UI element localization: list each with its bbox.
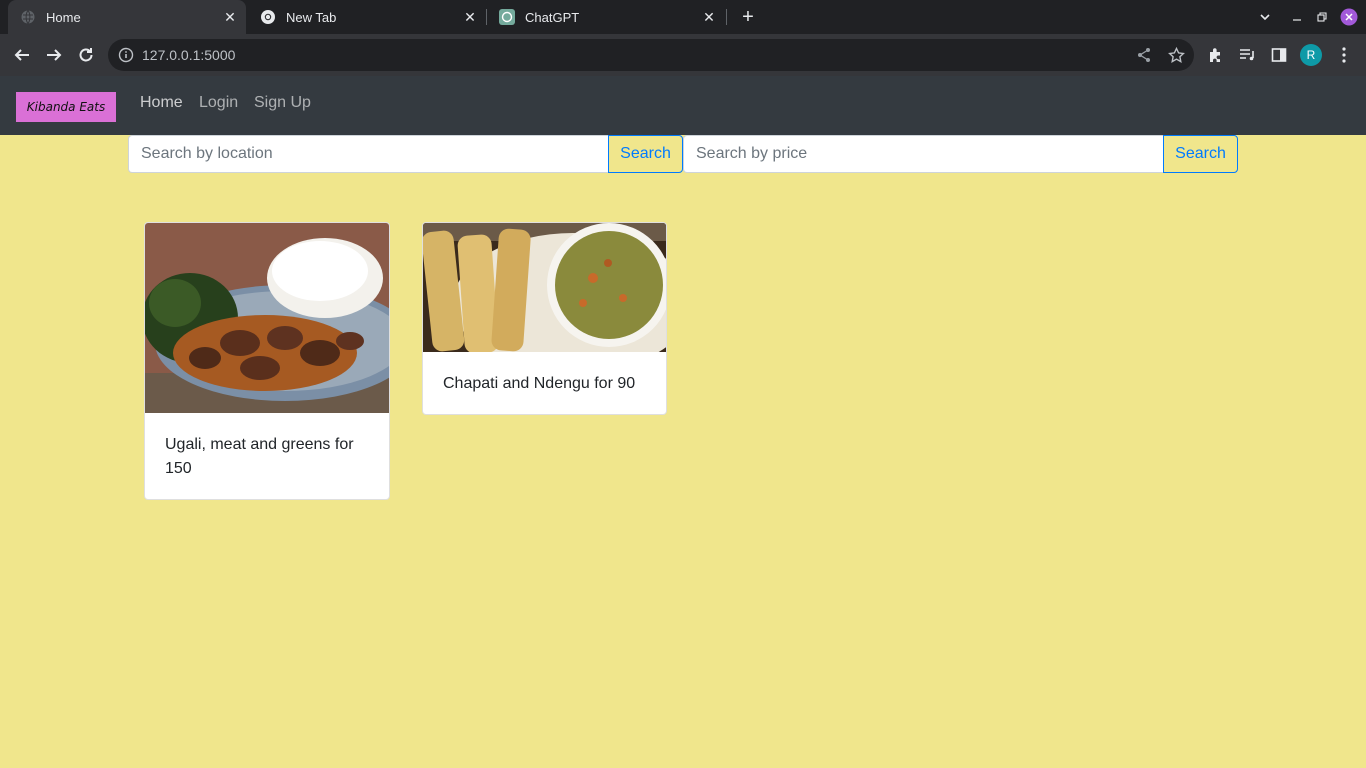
brand-logo[interactable]: Kibanda Eats xyxy=(16,92,116,122)
close-tab-icon[interactable]: ✕ xyxy=(460,7,480,27)
restore-icon[interactable] xyxy=(1311,0,1333,34)
media-queue-icon[interactable] xyxy=(1234,42,1260,68)
search-price-button[interactable]: Search xyxy=(1163,135,1238,173)
ugali-meat-greens-photo xyxy=(145,223,389,413)
card-caption: Chapati and Ndengu for 90 xyxy=(443,375,636,392)
tab-chatgpt[interactable]: ChatGPT ✕ xyxy=(487,0,725,34)
bookmark-star-icon[interactable] xyxy=(1163,42,1189,68)
chatgpt-icon xyxy=(499,9,515,25)
app-navbar: Kibanda Eats Home Login Sign Up xyxy=(0,76,1366,135)
profile-avatar[interactable]: R xyxy=(1300,44,1322,66)
reload-icon[interactable] xyxy=(72,41,100,69)
nav-link-home[interactable]: Home xyxy=(140,94,183,112)
url-text: 127.0.0.1:5000 xyxy=(142,47,236,63)
search-location-input[interactable] xyxy=(128,135,608,173)
tab-title: New Tab xyxy=(286,9,337,25)
food-card[interactable]: Ugali, meat and greens for 150 xyxy=(144,222,390,500)
new-tab-plus-icon[interactable]: + xyxy=(736,6,760,28)
site-info-icon[interactable] xyxy=(118,47,134,63)
tab-search-chevron-icon[interactable] xyxy=(1254,0,1276,34)
nav-link-sign-up[interactable]: Sign Up xyxy=(254,94,311,112)
chrome-icon xyxy=(260,9,276,25)
tab-title: Home xyxy=(46,9,81,25)
close-tab-icon[interactable]: ✕ xyxy=(699,7,719,27)
food-card[interactable]: Chapati and Ndengu for 90 xyxy=(422,222,667,415)
nav-link-login[interactable]: Login xyxy=(199,94,238,112)
globe-icon xyxy=(20,9,36,25)
browser-tab-strip: Home ✕ New Tab ✕ ChatGPT ✕ + xyxy=(0,0,1366,34)
share-icon[interactable] xyxy=(1131,42,1157,68)
browser-toolbar: 127.0.0.1:5000 R xyxy=(0,34,1366,76)
kebab-menu-icon[interactable] xyxy=(1331,42,1357,68)
tab-divider xyxy=(726,9,727,25)
back-arrow-icon[interactable] xyxy=(8,41,36,69)
minimize-icon[interactable] xyxy=(1286,0,1308,34)
chapati-ndengu-photo xyxy=(423,223,666,352)
tab-home[interactable]: Home ✕ xyxy=(8,0,246,34)
card-caption: Ugali, meat and greens for 150 xyxy=(165,436,354,477)
address-bar[interactable]: 127.0.0.1:5000 xyxy=(108,39,1194,71)
extensions-puzzle-icon[interactable] xyxy=(1203,42,1229,68)
search-location-button[interactable]: Search xyxy=(608,135,683,173)
close-window-icon[interactable] xyxy=(1338,0,1360,34)
tab-new-tab[interactable]: New Tab ✕ xyxy=(248,0,486,34)
close-tab-icon[interactable]: ✕ xyxy=(220,7,240,27)
forward-arrow-icon[interactable] xyxy=(40,41,68,69)
side-panel-icon[interactable] xyxy=(1266,42,1292,68)
search-price-input[interactable] xyxy=(683,135,1163,173)
tab-title: ChatGPT xyxy=(525,9,580,25)
